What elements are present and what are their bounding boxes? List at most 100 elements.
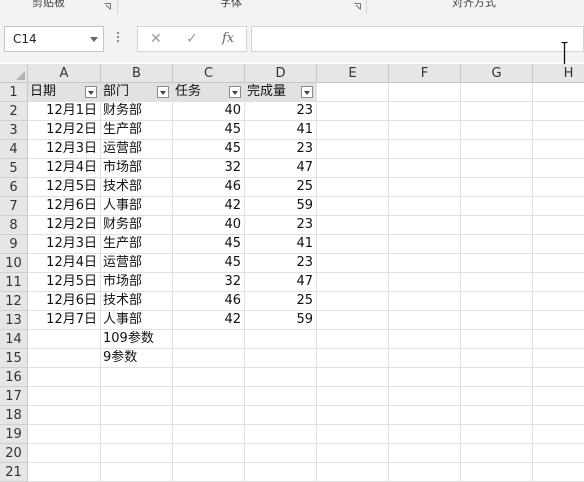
cell-d5[interactable]: 47 [245,159,317,178]
row-header-15[interactable]: 15 [0,349,28,368]
cell-e18[interactable] [317,406,389,425]
cell-g1[interactable] [461,83,533,102]
row-header-16[interactable]: 16 [0,368,28,387]
cell-h1[interactable] [533,83,584,102]
cell-a7[interactable]: 12月6日 [28,197,101,216]
cell-e4[interactable] [317,140,389,159]
cell-a6[interactable]: 12月5日 [28,178,101,197]
cell-d12[interactable]: 25 [245,292,317,311]
cell-f11[interactable] [389,273,461,292]
cell-e19[interactable] [317,425,389,444]
cell-d15[interactable] [245,349,317,368]
cell-a11[interactable]: 12月5日 [28,273,101,292]
column-header-c[interactable]: C [173,64,245,83]
cell-a3[interactable]: 12月2日 [28,121,101,140]
cell-d11[interactable]: 47 [245,273,317,292]
cell-a17[interactable] [28,387,101,406]
cell-e21[interactable] [317,463,389,482]
cell-f20[interactable] [389,444,461,463]
cell-g17[interactable] [461,387,533,406]
cell-e13[interactable] [317,311,389,330]
cell-e6[interactable] [317,178,389,197]
cell-f19[interactable] [389,425,461,444]
cell-h4[interactable] [533,140,584,159]
cell-a5[interactable]: 12月4日 [28,159,101,178]
cell-d20[interactable] [245,444,317,463]
cell-f21[interactable] [389,463,461,482]
cell-h3[interactable] [533,121,584,140]
cell-h7[interactable] [533,197,584,216]
cell-e2[interactable] [317,102,389,121]
dialog-launcher-icon[interactable] [354,3,361,10]
cell-a2[interactable]: 12月1日 [28,102,101,121]
cell-f18[interactable] [389,406,461,425]
cell-b2[interactable]: 财务部 [101,102,173,121]
cell-f7[interactable] [389,197,461,216]
cell-c3[interactable]: 45 [173,121,245,140]
cell-c21[interactable] [173,463,245,482]
cell-f1[interactable] [389,83,461,102]
cell-h18[interactable] [533,406,584,425]
cell-d2[interactable]: 23 [245,102,317,121]
cell-b3[interactable]: 生产部 [101,121,173,140]
cell-b14[interactable]: 109参数 [101,330,173,349]
cell-c2[interactable]: 40 [173,102,245,121]
cell-e9[interactable] [317,235,389,254]
cell-b6[interactable]: 技术部 [101,178,173,197]
cell-a8[interactable]: 12月2日 [28,216,101,235]
cell-e7[interactable] [317,197,389,216]
cell-e16[interactable] [317,368,389,387]
cell-f2[interactable] [389,102,461,121]
cell-a18[interactable] [28,406,101,425]
cell-e12[interactable] [317,292,389,311]
cell-b9[interactable]: 生产部 [101,235,173,254]
formula-bar-grip-icon[interactable] [117,32,120,46]
cell-f15[interactable] [389,349,461,368]
cell-g4[interactable] [461,140,533,159]
row-header-18[interactable]: 18 [0,406,28,425]
cell-a21[interactable] [28,463,101,482]
cell-a12[interactable]: 12月6日 [28,292,101,311]
cell-f9[interactable] [389,235,461,254]
cell-h8[interactable] [533,216,584,235]
cell-b20[interactable] [101,444,173,463]
cell-d4[interactable]: 23 [245,140,317,159]
cell-a1[interactable]: 日期 [28,83,101,102]
row-header-10[interactable]: 10 [0,254,28,273]
cell-e3[interactable] [317,121,389,140]
row-header-21[interactable]: 21 [0,463,28,482]
column-header-h[interactable]: H [533,64,584,83]
cell-d18[interactable] [245,406,317,425]
cell-d10[interactable]: 23 [245,254,317,273]
row-header-3[interactable]: 3 [0,121,28,140]
cell-d21[interactable] [245,463,317,482]
cell-g19[interactable] [461,425,533,444]
cell-g15[interactable] [461,349,533,368]
chevron-down-icon[interactable] [90,37,98,42]
row-header-4[interactable]: 4 [0,140,28,159]
column-header-d[interactable]: D [245,64,317,83]
cell-h16[interactable] [533,368,584,387]
cell-h21[interactable] [533,463,584,482]
cell-e11[interactable] [317,273,389,292]
row-header-2[interactable]: 2 [0,102,28,121]
cell-b21[interactable] [101,463,173,482]
filter-dropdown-icon[interactable] [85,86,97,98]
cell-b8[interactable]: 财务部 [101,216,173,235]
cell-a10[interactable]: 12月4日 [28,254,101,273]
cell-a14[interactable] [28,330,101,349]
cell-c20[interactable] [173,444,245,463]
column-header-e[interactable]: E [317,64,389,83]
cell-c6[interactable]: 46 [173,178,245,197]
cell-h5[interactable] [533,159,584,178]
cell-f4[interactable] [389,140,461,159]
cell-f17[interactable] [389,387,461,406]
row-header-11[interactable]: 11 [0,273,28,292]
cell-f6[interactable] [389,178,461,197]
cell-g21[interactable] [461,463,533,482]
cell-a16[interactable] [28,368,101,387]
row-header-9[interactable]: 9 [0,235,28,254]
cell-c8[interactable]: 40 [173,216,245,235]
cell-h15[interactable] [533,349,584,368]
cell-g18[interactable] [461,406,533,425]
